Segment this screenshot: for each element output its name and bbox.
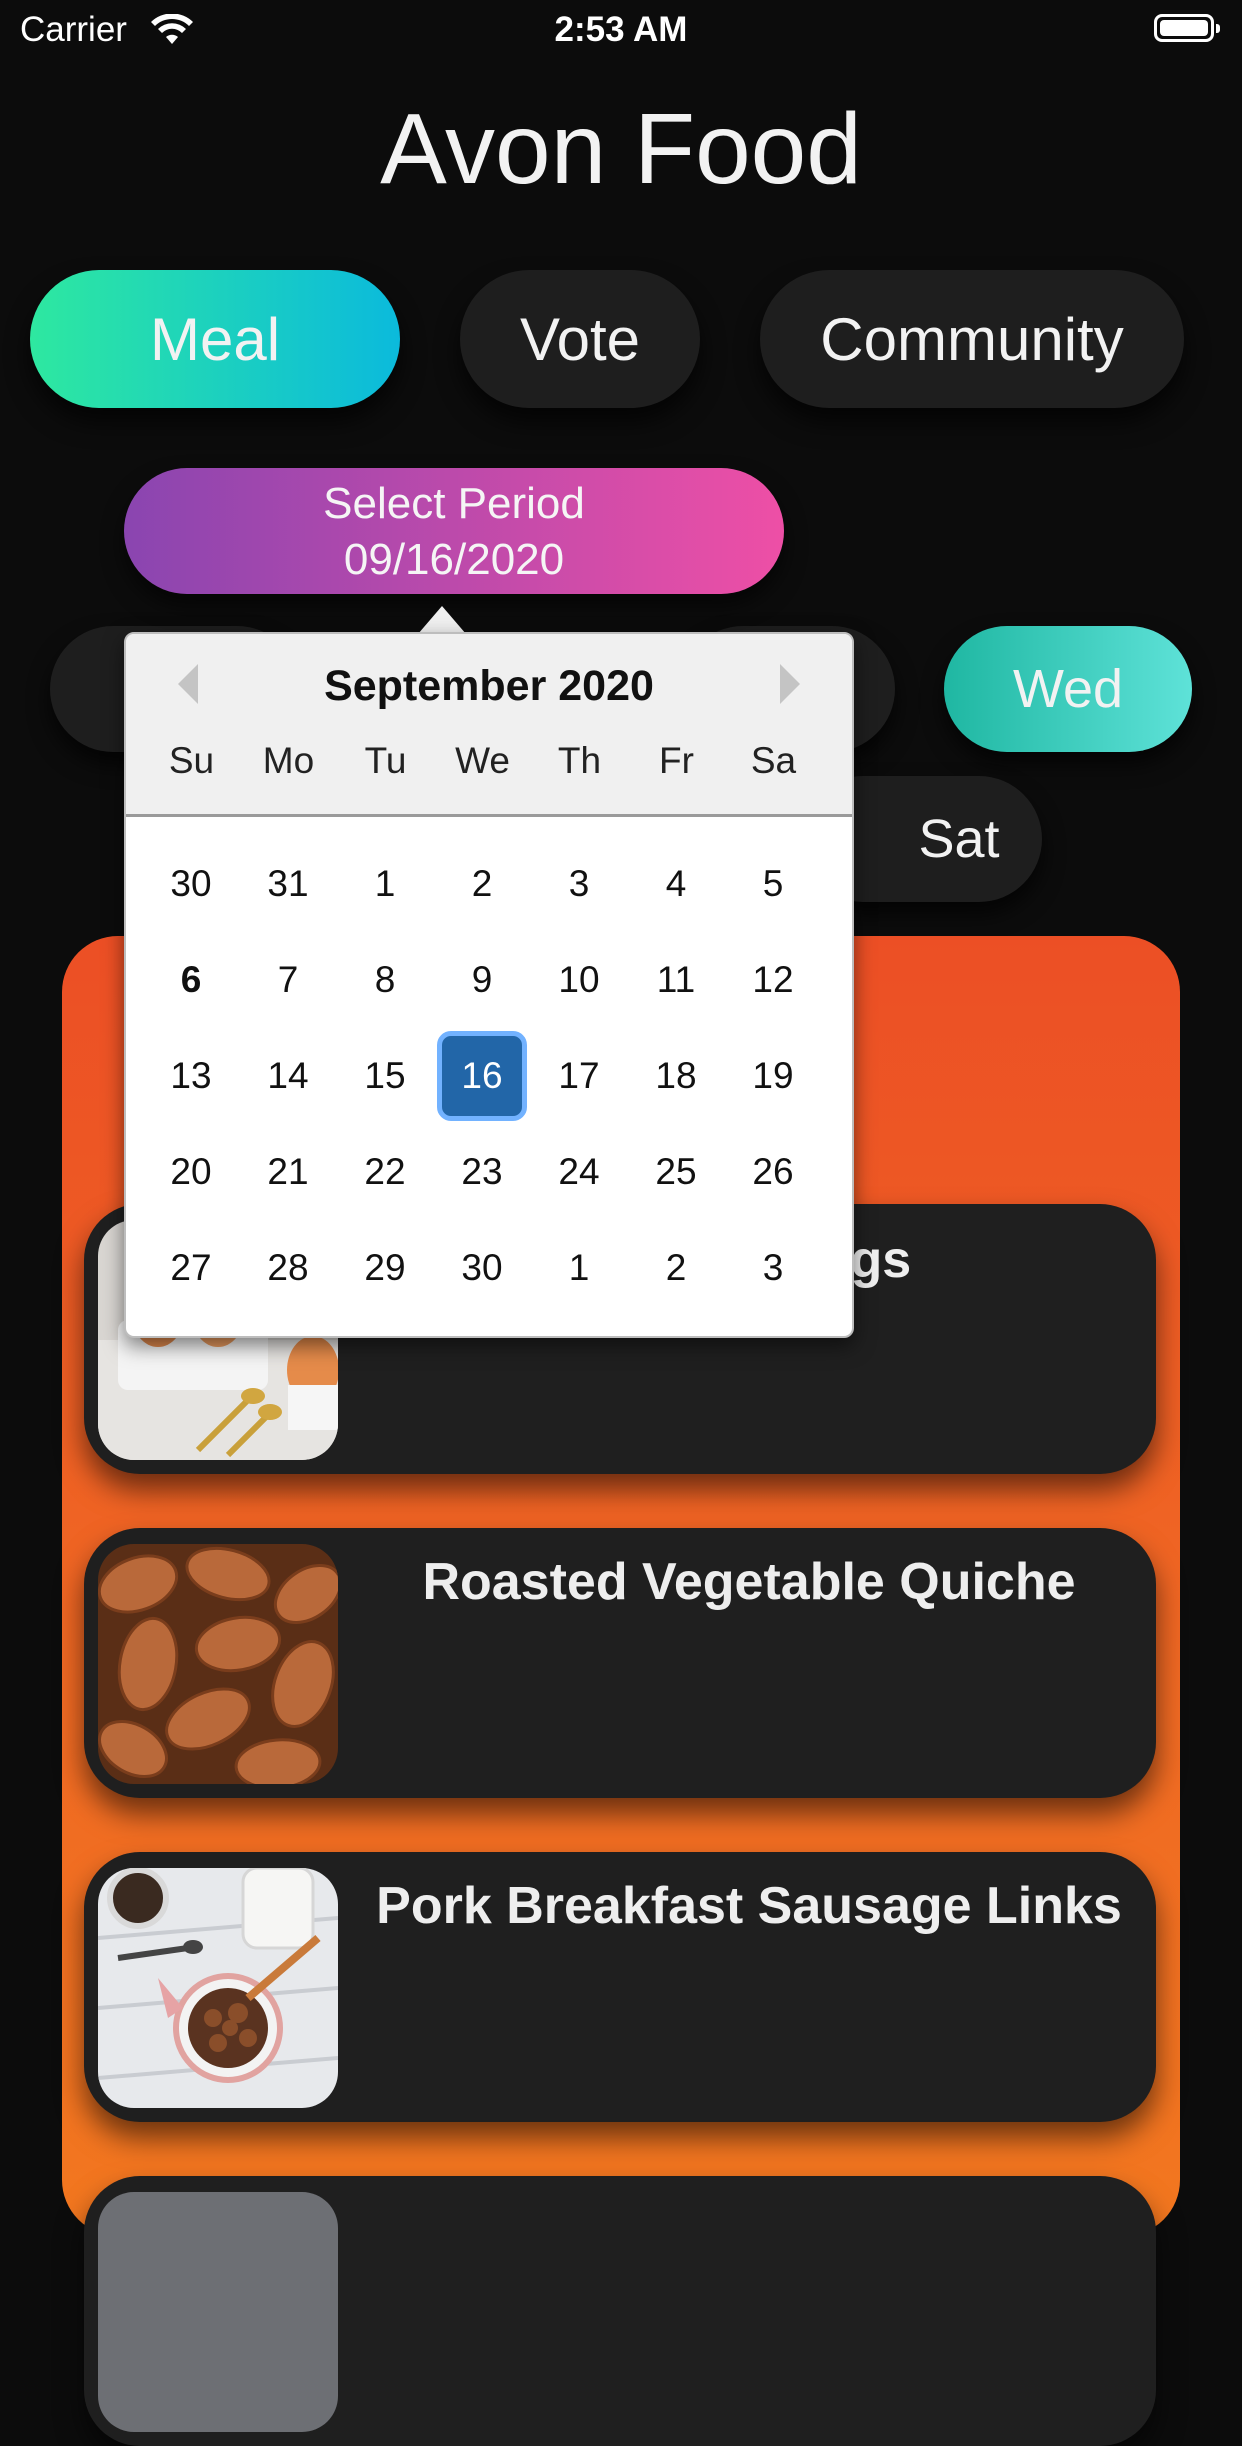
calendar-weekday-label: Fr (659, 740, 694, 781)
popover-caret (418, 606, 466, 634)
calendar-day[interactable]: 23 (437, 1127, 527, 1217)
calendar-weekday-label: Tu (364, 740, 407, 781)
calendar-day[interactable]: 31 (243, 839, 333, 929)
calendar-day[interactable]: 26 (728, 1127, 818, 1217)
meal-card[interactable]: Roasted Vegetable Quiche (84, 1528, 1156, 1798)
tab-meal[interactable]: Meal (30, 270, 400, 408)
tab-meal-label: Meal (149, 305, 281, 373)
calendar-day[interactable]: 2 (631, 1223, 721, 1313)
meal-card[interactable] (84, 2176, 1156, 2446)
status-time: 2:53 AM (554, 10, 688, 49)
meal-title: Pork Breakfast Sausage Links (376, 1877, 1122, 1935)
meal-title: Roasted Vegetable Quiche (422, 1553, 1076, 1611)
calendar-day[interactable]: 7 (243, 935, 333, 1025)
calendar-month-label: September 2020 (324, 662, 654, 710)
status-bar: Carrier 2:53 AM (0, 0, 1242, 62)
calendar-day[interactable]: 12 (728, 935, 818, 1025)
calendar-day[interactable]: 28 (243, 1223, 333, 1313)
cereal-photo (98, 1868, 338, 2108)
calendar-day[interactable]: 22 (340, 1127, 430, 1217)
calendar-day[interactable]: 3 (534, 839, 624, 929)
select-period-button[interactable]: Select Period 09/16/2020 (124, 468, 784, 594)
select-period-date: 09/16/2020 (343, 535, 565, 584)
tab-vote-label: Vote (519, 305, 641, 373)
calendar-day[interactable]: 16 (437, 1031, 527, 1121)
calendar-weekday-label: Mo (262, 740, 315, 781)
calendar-day[interactable]: 17 (534, 1031, 624, 1121)
calendar-day[interactable]: 30 (146, 839, 236, 929)
calendar-weekday-label: Su (168, 740, 215, 781)
calendar-day[interactable]: 1 (340, 839, 430, 929)
calendar-day[interactable]: 2 (437, 839, 527, 929)
tab-community-label: Community (820, 305, 1124, 373)
calendar-day[interactable]: 9 (437, 935, 527, 1025)
almonds-photo (98, 1544, 338, 1784)
meal-card[interactable]: Pork Breakfast Sausage Links (84, 1852, 1156, 2122)
calendar-day[interactable]: 27 (146, 1223, 236, 1313)
meal-photo (98, 2192, 338, 2432)
calendar-day[interactable]: 4 (631, 839, 721, 929)
calendar-weekday-label: Th (557, 740, 602, 781)
day-pill-sat-label: Sat (918, 809, 1000, 869)
calendar-day[interactable]: 24 (534, 1127, 624, 1217)
calendar-day[interactable]: 5 (728, 839, 818, 929)
calendar-day[interactable]: 15 (340, 1031, 430, 1121)
calendar-day[interactable]: 11 (631, 935, 721, 1025)
calendar-day[interactable]: 3 (728, 1223, 818, 1313)
calendar-day[interactable]: 25 (631, 1127, 721, 1217)
calendar-day[interactable]: 30 (437, 1223, 527, 1313)
calendar-day[interactable]: 6 (146, 935, 236, 1025)
calendar-header: September 2020 Su Mo Tu We Th Fr Sa (126, 634, 852, 817)
calendar-day[interactable]: 1 (534, 1223, 624, 1313)
calendar-day[interactable]: 18 (631, 1031, 721, 1121)
calendar-day[interactable]: 13 (146, 1031, 236, 1121)
calendar-day[interactable]: 29 (340, 1223, 430, 1313)
calendar-day[interactable]: 21 (243, 1127, 333, 1217)
battery-icon (1154, 14, 1220, 42)
day-pill-wed[interactable]: Wed (944, 626, 1192, 752)
tab-vote[interactable]: Vote (460, 270, 700, 408)
day-pill-wed-label: Wed (1012, 659, 1124, 719)
calendar-weekday-label: We (455, 740, 510, 781)
app-title: Avon Food (380, 93, 862, 205)
calendar-day[interactable]: 19 (728, 1031, 818, 1121)
calendar-day[interactable]: 20 (146, 1127, 236, 1217)
calendar-day[interactable]: 10 (534, 935, 624, 1025)
date-picker-calendar[interactable]: September 2020 Su Mo Tu We Th Fr Sa 30 31 1 2 3 4 5 6… (124, 632, 854, 1338)
calendar-day[interactable]: 14 (243, 1031, 333, 1121)
select-period-label: Select Period (323, 479, 585, 528)
calendar-weekday-label: Sa (750, 740, 797, 781)
chevron-right-icon[interactable] (780, 664, 800, 704)
tab-community[interactable]: Community (760, 270, 1184, 408)
calendar-day[interactable]: 8 (340, 935, 430, 1025)
